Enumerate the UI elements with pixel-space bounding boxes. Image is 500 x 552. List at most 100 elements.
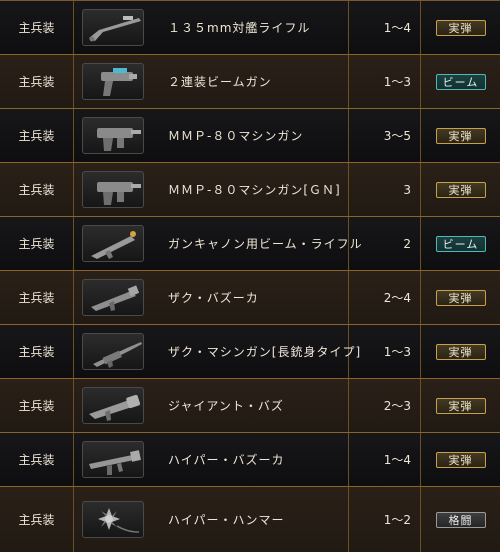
type-cell: 実弾: [421, 325, 500, 378]
weapon-cell: １３５mm対艦ライフル: [74, 1, 349, 54]
range-cell: 1～3: [349, 55, 421, 108]
range-cell: 1～3: [349, 325, 421, 378]
range-value: 1～4: [383, 21, 411, 35]
type-badge: 格闘: [435, 511, 486, 528]
category-label: 主兵装: [18, 237, 55, 251]
category-label: 主兵装: [18, 129, 55, 143]
table-row: 主兵装 ザク・マシンガン[長銃身タイプ] 1～3 実弾: [0, 325, 500, 379]
table-row: 主兵装 １３５mm対艦ライフル 1～4 実弾: [0, 1, 500, 55]
type-badge: 実弾: [435, 397, 486, 414]
type-cell: 実弾: [421, 271, 500, 324]
weapon-name: ＭＭＰ-８０マシンガン: [168, 129, 304, 143]
type-cell: 実弾: [421, 379, 500, 432]
type-cell: ビーム: [421, 55, 500, 108]
type-cell: ビーム: [421, 217, 500, 270]
range-cell: 1～2: [349, 487, 421, 552]
type-cell: 実弾: [421, 109, 500, 162]
type-badge: 実弾: [435, 127, 486, 144]
hyper-bazooka-icon[interactable]: [82, 441, 144, 478]
weapon-name: １３５mm対艦ライフル: [168, 21, 311, 35]
type-badge: 実弾: [435, 181, 486, 198]
weapon-name: ザク・バズーカ: [168, 291, 259, 305]
range-value: 2～3: [383, 399, 411, 413]
weapon-table: 主兵装 １３５mm対艦ライフル 1～4 実弾 主兵装 ２連装ビームガン 1～3 …: [0, 0, 500, 552]
range-value: 3: [403, 182, 411, 197]
range-cell: 3～5: [349, 109, 421, 162]
range-value: 1～4: [383, 453, 411, 467]
range-cell: 2～3: [349, 379, 421, 432]
type-cell: 実弾: [421, 163, 500, 216]
table-row: 主兵装 ハイパー・ハンマー 1～2 格闘: [0, 487, 500, 552]
type-badge: 実弾: [435, 19, 486, 36]
type-badge: ビーム: [435, 235, 486, 252]
type-cell: 格闘: [421, 487, 500, 552]
table-row: 主兵装 ジャイアント・バズ 2～3 実弾: [0, 379, 500, 433]
weapon-cell: ハイパー・バズーカ: [74, 433, 349, 486]
range-value: 1～2: [383, 513, 411, 527]
weapon-cell: ガンキャノン用ビーム・ライフル: [74, 217, 362, 270]
category-cell: 主兵装: [0, 55, 74, 108]
weapon-name: ザク・マシンガン[長銃身タイプ]: [168, 345, 362, 359]
category-label: 主兵装: [18, 75, 55, 89]
category-cell: 主兵装: [0, 433, 74, 486]
range-value: 3～5: [383, 129, 411, 143]
giant-bazooka-icon[interactable]: [82, 387, 144, 424]
range-value: 1～3: [383, 345, 411, 359]
long-machine-gun-icon[interactable]: [82, 333, 144, 370]
category-label: 主兵装: [18, 345, 55, 359]
category-cell: 主兵装: [0, 379, 74, 432]
machine-gun-icon[interactable]: [82, 117, 144, 154]
weapon-name: ハイパー・バズーカ: [168, 453, 285, 467]
category-cell: 主兵装: [0, 487, 74, 552]
table-row: 主兵装 ２連装ビームガン 1～3 ビーム: [0, 55, 500, 109]
type-badge: 実弾: [435, 289, 486, 306]
category-label: 主兵装: [18, 453, 55, 467]
weapon-name: ハイパー・ハンマー: [168, 513, 285, 527]
weapon-name: ２連装ビームガン: [168, 75, 272, 89]
range-cell: 3: [349, 163, 421, 216]
hammer-icon[interactable]: [82, 501, 144, 538]
table-row: 主兵装 ＭＭＰ-８０マシンガン 3～5 実弾: [0, 109, 500, 163]
range-value: 2: [403, 236, 411, 251]
weapon-cell: ザク・バズーカ: [74, 271, 349, 324]
weapon-cell: ハイパー・ハンマー: [74, 487, 349, 552]
table-row: 主兵装 ＭＭＰ-８０マシンガン[ＧＮ] 3 実弾: [0, 163, 500, 217]
weapon-cell: ザク・マシンガン[長銃身タイプ]: [74, 325, 360, 378]
weapon-cell: ジャイアント・バズ: [74, 379, 349, 432]
category-cell: 主兵装: [0, 1, 74, 54]
machine-gun-icon[interactable]: [82, 171, 144, 208]
weapon-cell: ＭＭＰ-８０マシンガン: [74, 109, 349, 162]
weapon-name: ガンキャノン用ビーム・ライフル: [168, 237, 363, 251]
category-label: 主兵装: [18, 291, 55, 305]
weapon-name: ジャイアント・バズ: [168, 399, 284, 413]
category-cell: 主兵装: [0, 271, 74, 324]
category-label: 主兵装: [18, 399, 55, 413]
weapon-name: ＭＭＰ-８０マシンガン[ＧＮ]: [168, 183, 341, 197]
beam-rifle-icon[interactable]: [82, 225, 144, 262]
weapon-cell: ２連装ビームガン: [74, 55, 349, 108]
table-row: 主兵装 ザク・バズーカ 2～4 実弾: [0, 271, 500, 325]
category-cell: 主兵装: [0, 163, 74, 216]
range-value: 1～3: [383, 75, 411, 89]
category-label: 主兵装: [18, 183, 55, 197]
category-label: 主兵装: [18, 513, 55, 527]
beam-gun-icon[interactable]: [82, 63, 144, 100]
type-cell: 実弾: [421, 1, 500, 54]
category-cell: 主兵装: [0, 217, 74, 270]
type-badge: 実弾: [435, 451, 486, 468]
type-cell: 実弾: [421, 433, 500, 486]
bazooka-icon[interactable]: [82, 279, 144, 316]
type-badge: ビーム: [435, 73, 486, 90]
table-row: 主兵装 ガンキャノン用ビーム・ライフル 2 ビーム: [0, 217, 500, 271]
rifle-icon[interactable]: [82, 9, 144, 46]
range-cell: 2: [349, 217, 421, 270]
range-cell: 2～4: [349, 271, 421, 324]
table-row: 主兵装 ハイパー・バズーカ 1～4 実弾: [0, 433, 500, 487]
category-cell: 主兵装: [0, 109, 74, 162]
weapon-cell: ＭＭＰ-８０マシンガン[ＧＮ]: [74, 163, 349, 216]
category-cell: 主兵装: [0, 325, 74, 378]
range-cell: 1～4: [349, 433, 421, 486]
category-label: 主兵装: [18, 21, 55, 35]
range-cell: 1～4: [349, 1, 421, 54]
type-badge: 実弾: [435, 343, 486, 360]
